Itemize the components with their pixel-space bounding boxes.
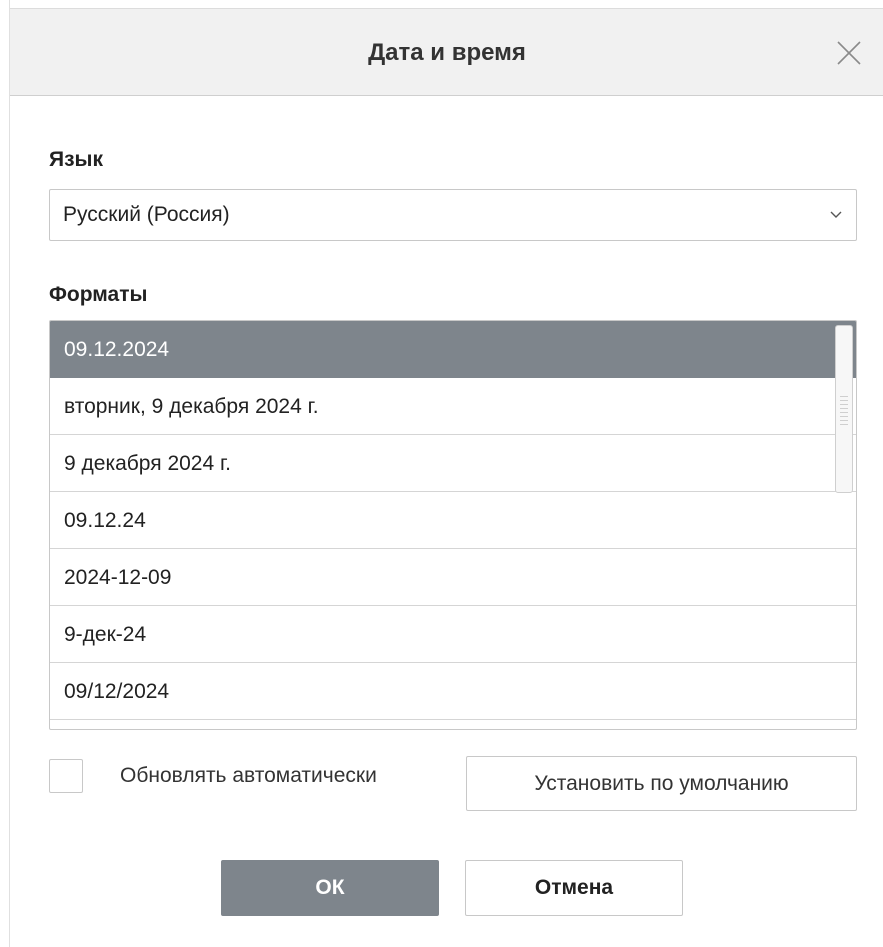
formats-list[interactable]: 09.12.2024 вторник, 9 декабря 2024 г. 9 де… [49,320,857,730]
ok-button[interactable]: ОК [221,860,439,916]
format-item[interactable]: 9 декабря 2024 г. [50,435,856,492]
close-icon[interactable] [836,40,862,66]
dialog-titlebar: Дата и время [10,8,883,96]
chevron-down-icon [830,211,842,218]
set-default-button[interactable]: Установить по умолчанию [466,756,857,811]
language-label: Язык [49,148,103,171]
dialog-title: Дата и время [368,39,526,66]
format-item[interactable]: 09.12.2024 [50,321,856,378]
format-item[interactable]: 9-дек-24 [50,606,856,663]
language-select[interactable]: Русский (Россия) [49,189,857,241]
format-item[interactable]: вторник, 9 декабря 2024 г. [50,378,856,435]
format-item[interactable]: 2024-12-09 [50,549,856,606]
formats-scrollbar[interactable] [835,325,853,493]
date-time-dialog: Дата и время Язык Русский (Россия) Форма… [9,0,883,947]
format-item[interactable]: 09/12/2024 [50,663,856,720]
formats-label: Форматы [49,283,148,306]
format-item[interactable]: 09.12.24 [50,492,856,549]
auto-update-checkbox[interactable] [49,759,83,793]
scrollbar-grip-icon [840,396,848,426]
language-value: Русский (Россия) [63,203,230,226]
auto-update-label: Обновлять автоматически [120,764,377,787]
cancel-button[interactable]: Отмена [465,860,683,916]
